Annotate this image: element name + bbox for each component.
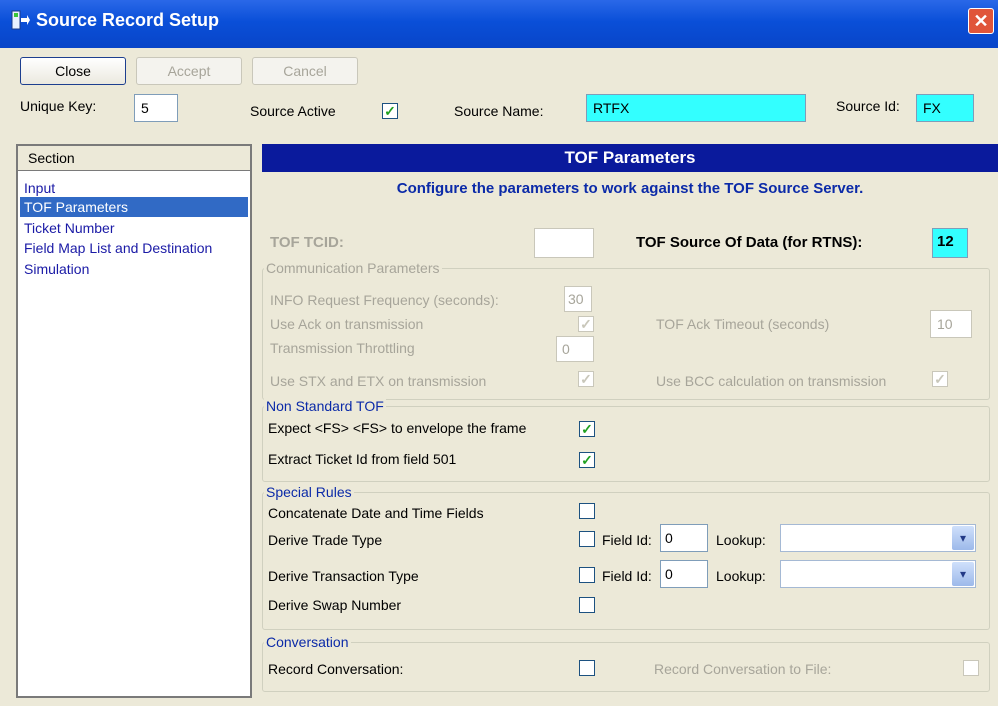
use-stx-etx-label: Use STX and ETX on transmission [270, 373, 487, 389]
unique-key-field[interactable]: 5 [134, 94, 178, 122]
trade-type-lookup-select[interactable]: ▾ [780, 524, 976, 552]
info-request-frequency-field[interactable]: 30 [564, 286, 592, 312]
use-bcc-checkbox[interactable]: ✓ [932, 371, 948, 387]
special-rules-title: Special Rules [264, 484, 354, 500]
trade-type-field-id[interactable]: 0 [660, 524, 708, 552]
field-id-label: Field Id: [602, 568, 652, 584]
transaction-type-lookup-select[interactable]: ▾ [780, 560, 976, 588]
source-name-field[interactable]: RTFX [586, 94, 806, 122]
lookup-label: Lookup: [716, 568, 766, 584]
info-request-frequency-label: INFO Request Frequency (seconds): [270, 292, 499, 308]
app-window-icon [11, 10, 30, 30]
section-item-field-map[interactable]: Field Map List and Destination [24, 238, 212, 258]
conversation-title: Conversation [264, 634, 351, 650]
non-standard-tof-group [262, 406, 990, 482]
close-button[interactable]: Close [20, 57, 126, 85]
record-conversation-to-file-checkbox[interactable] [963, 660, 979, 676]
communication-parameters-title: Communication Parameters [264, 260, 442, 276]
derive-trade-type-label: Derive Trade Type [268, 532, 383, 548]
use-stx-etx-checkbox[interactable]: ✓ [578, 371, 594, 387]
transmission-throttling-field[interactable]: 0 [556, 336, 594, 362]
transaction-type-field-id[interactable]: 0 [660, 560, 708, 588]
record-conversation-checkbox[interactable] [579, 660, 595, 676]
accept-button[interactable]: Accept [136, 57, 242, 85]
tof-ack-timeout-label: TOF Ack Timeout (seconds) [656, 316, 830, 332]
tof-subtitle: Configure the parameters to work against… [396, 180, 864, 197]
tof-tcid-field[interactable] [534, 228, 594, 258]
derive-transaction-type-checkbox[interactable] [579, 567, 595, 583]
record-conversation-label: Record Conversation: [268, 661, 404, 677]
chevron-down-icon[interactable]: ▾ [952, 562, 974, 586]
source-id-field[interactable]: FX [916, 94, 974, 122]
title-bar: Source Record Setup ✕ [0, 0, 998, 48]
expect-fs-checkbox[interactable]: ✓ [579, 421, 595, 437]
record-conversation-to-file-label: Record Conversation to File: [654, 661, 832, 677]
derive-trade-type-checkbox[interactable] [579, 531, 595, 547]
section-item-tof-parameters[interactable]: TOF Parameters [20, 197, 248, 217]
extract-ticket-id-checkbox[interactable]: ✓ [579, 452, 595, 468]
derive-transaction-type-label: Derive Transaction Type [268, 568, 419, 584]
concatenate-label: Concatenate Date and Time Fields [268, 505, 484, 521]
section-item-ticket-number[interactable]: Ticket Number [24, 218, 115, 238]
extract-ticket-id-label: Extract Ticket Id from field 501 [268, 451, 457, 467]
unique-key-label: Unique Key: [20, 98, 97, 114]
transmission-throttling-label: Transmission Throttling [270, 340, 415, 356]
window-title: Source Record Setup [36, 10, 220, 30]
derive-swap-number-label: Derive Swap Number [268, 597, 402, 613]
section-header-label: Section [28, 150, 75, 166]
derive-swap-number-checkbox[interactable] [579, 597, 595, 613]
use-bcc-label: Use BCC calculation on transmission [656, 373, 887, 389]
close-icon[interactable]: ✕ [968, 8, 994, 34]
section-list: Section Input TOF Parameters Ticket Numb… [16, 144, 252, 698]
concatenate-checkbox[interactable] [579, 503, 595, 519]
field-id-label: Field Id: [602, 532, 652, 548]
chevron-down-icon[interactable]: ▾ [952, 526, 974, 550]
source-name-label: Source Name: [454, 103, 544, 119]
section-item-simulation[interactable]: Simulation [24, 259, 89, 279]
tof-source-of-data-field[interactable]: 12 [932, 228, 968, 258]
non-standard-tof-title: Non Standard TOF [264, 398, 386, 414]
tof-source-of-data-label: TOF Source Of Data (for RTNS): [636, 234, 863, 251]
source-active-label: Source Active [250, 103, 336, 119]
tof-tcid-label: TOF TCID: [270, 234, 344, 251]
section-list-header: Section [18, 146, 250, 171]
source-id-label: Source Id: [836, 98, 900, 114]
cancel-button[interactable]: Cancel [252, 57, 358, 85]
lookup-label: Lookup: [716, 532, 766, 548]
expect-fs-label: Expect <FS> <FS> to envelope the frame [268, 420, 527, 436]
use-ack-label: Use Ack on transmission [270, 316, 424, 332]
tof-parameters-header: TOF Parameters [262, 144, 998, 172]
source-active-checkbox[interactable]: ✓ [382, 103, 398, 119]
tof-ack-timeout-field[interactable]: 10 [930, 310, 972, 338]
use-ack-checkbox[interactable]: ✓ [578, 316, 594, 332]
section-item-input[interactable]: Input [24, 178, 55, 198]
